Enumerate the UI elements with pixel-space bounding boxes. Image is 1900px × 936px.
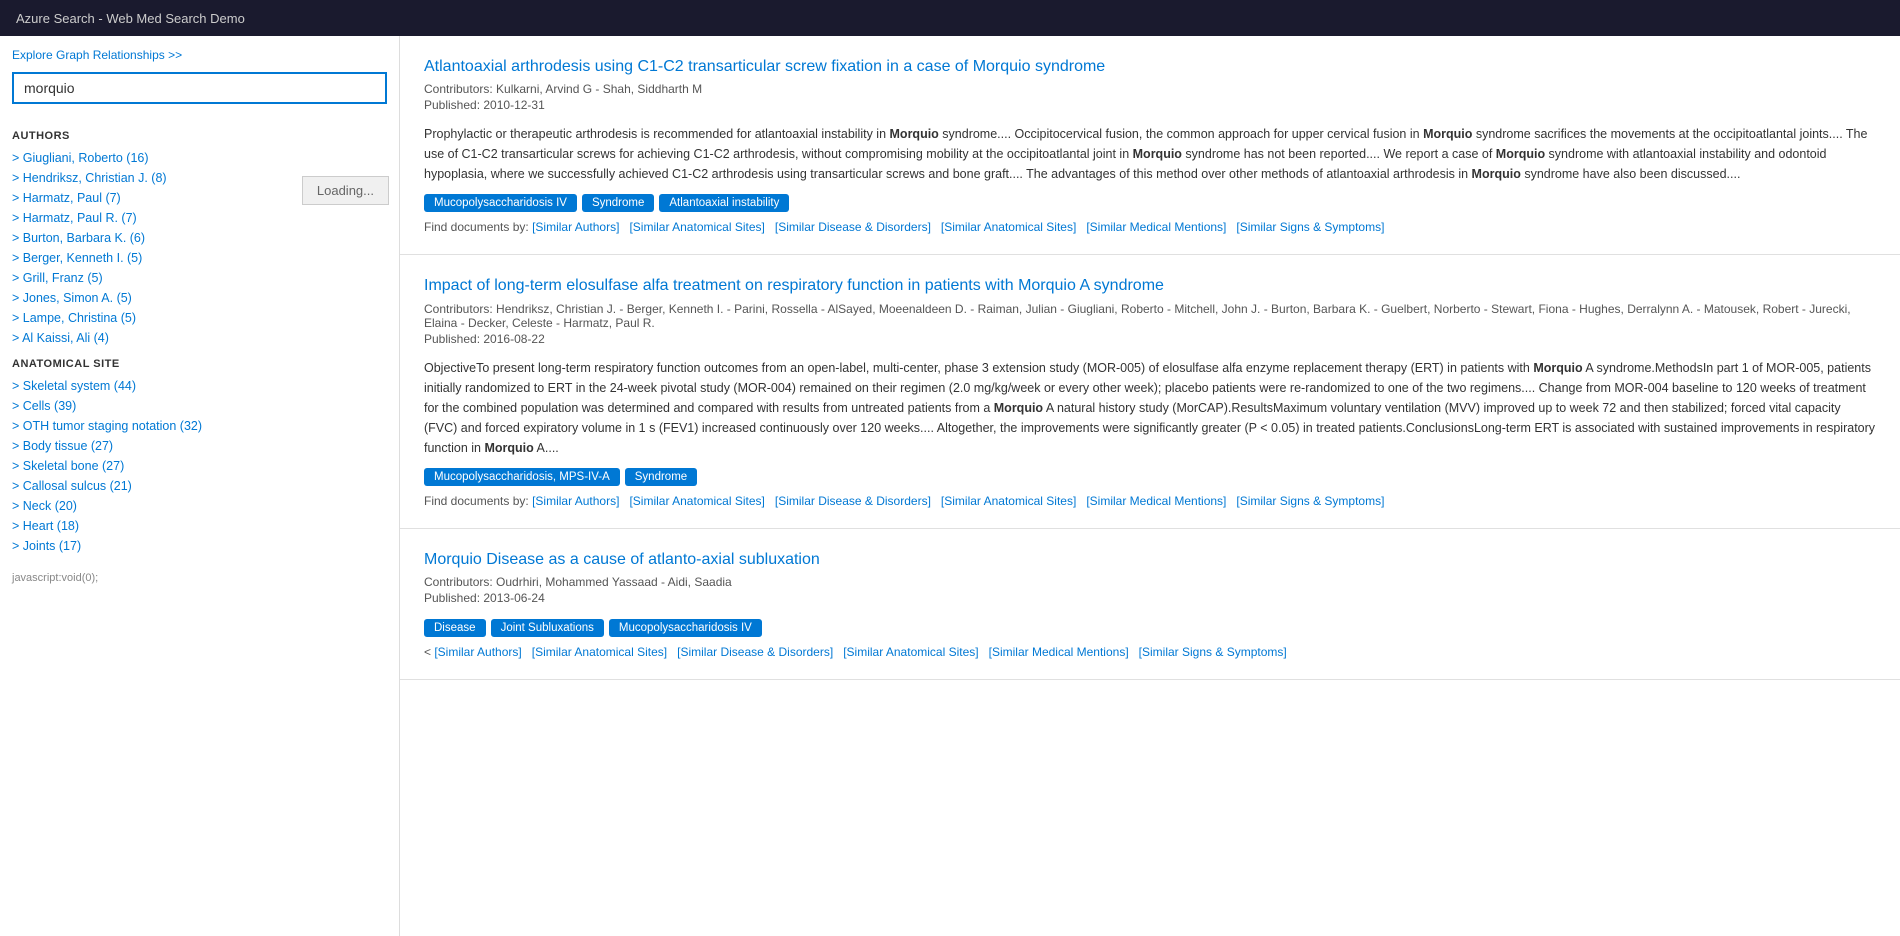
anatomical-section: ANATOMICAL SITE > Skeletal system (44) >… [12,358,387,556]
tag-2-1[interactable]: Joint Subluxations [491,619,604,637]
anatomical-filter-1[interactable]: > Cells (39) [12,396,387,416]
author-filter-0[interactable]: > Giugliani, Roberto (16) [12,148,387,168]
similar-disease-1[interactable]: [Similar Disease & Disorders] [775,494,931,508]
author-filter-5[interactable]: > Berger, Kenneth I. (5) [12,248,387,268]
author-filter-7[interactable]: > Jones, Simon A. (5) [12,288,387,308]
author-filter-9[interactable]: > Al Kaissi, Ali (4) [12,328,387,348]
anatomical-filter-0[interactable]: > Skeletal system (44) [12,376,387,396]
find-docs-1: Find documents by: [Similar Authors] [Si… [424,494,1876,508]
topbar-title: Azure Search - Web Med Search Demo [16,11,245,26]
similar-authors-2[interactable]: [Similar Authors] [434,645,521,659]
result-card-2: Morquio Disease as a cause of atlanto-ax… [400,529,1900,680]
similar-authors-0[interactable]: [Similar Authors] [532,220,619,234]
result-published-1: Published: 2016-08-22 [424,332,1876,346]
author-filter-4[interactable]: > Burton, Barbara K. (6) [12,228,387,248]
find-docs-0: Find documents by: [Similar Authors] [Si… [424,220,1876,234]
anatomical-filter-6[interactable]: > Neck (20) [12,496,387,516]
result-title-2[interactable]: Morquio Disease as a cause of atlanto-ax… [424,549,1876,571]
similar-medical-mentions-2[interactable]: [Similar Medical Mentions] [989,645,1129,659]
similar-medical-mentions-1[interactable]: [Similar Medical Mentions] [1086,494,1226,508]
result-card-1: Impact of long-term elosulfase alfa trea… [400,255,1900,528]
result-card-0: Atlantoaxial arthrodesis using C1-C2 tra… [400,36,1900,255]
result-published-0: Published: 2010-12-31 [424,98,1876,112]
sidebar: Explore Graph Relationships >> Loading..… [0,36,400,936]
tag-0-2[interactable]: Atlantoaxial instability [659,194,789,212]
result-abstract-1: ObjectiveTo present long-term respirator… [424,358,1876,458]
tag-2-0[interactable]: Disease [424,619,486,637]
search-input[interactable] [12,72,387,104]
result-tags-0: Mucopolysaccharidosis IV Syndrome Atlant… [424,194,1876,212]
result-abstract-0: Prophylactic or therapeutic arthrodesis … [424,124,1876,184]
similar-anatomical-sites-0b[interactable]: [Similar Anatomical Sites] [941,220,1076,234]
result-title-0[interactable]: Atlantoaxial arthrodesis using C1-C2 tra… [424,56,1876,78]
tag-1-0[interactable]: Mucopolysaccharidosis, MPS-IV-A [424,468,620,486]
similar-anatomical-sites-0a[interactable]: [Similar Anatomical Sites] [629,220,764,234]
result-tags-1: Mucopolysaccharidosis, MPS-IV-A Syndrome [424,468,1876,486]
similar-anatomical-sites-2a[interactable]: [Similar Anatomical Sites] [532,645,667,659]
similar-signs-2[interactable]: [Similar Signs & Symptoms] [1139,645,1287,659]
result-contributors-2: Contributors: Oudrhiri, Mohammed Yassaad… [424,575,1876,589]
similar-signs-0[interactable]: [Similar Signs & Symptoms] [1236,220,1384,234]
authors-section: AUTHORS > Giugliani, Roberto (16) > Hend… [12,130,387,348]
similar-authors-1[interactable]: [Similar Authors] [532,494,619,508]
topbar: Azure Search - Web Med Search Demo [0,0,1900,36]
result-tags-2: Disease Joint Subluxations Mucopolysacch… [424,619,1876,637]
anatomical-filter-2[interactable]: > OTH tumor staging notation (32) [12,416,387,436]
authors-section-title: AUTHORS [12,130,387,142]
footer-js: javascript:void(0); [12,572,387,584]
result-contributors-0: Contributors: Kulkarni, Arvind G - Shah,… [424,82,1876,96]
find-docs-2: < [Similar Authors] [Similar Anatomical … [424,645,1876,659]
similar-disease-2[interactable]: [Similar Disease & Disorders] [677,645,833,659]
explore-graph-link[interactable]: Explore Graph Relationships >> [12,48,387,62]
results-main: Atlantoaxial arthrodesis using C1-C2 tra… [400,36,1900,936]
anatomical-filter-5[interactable]: > Callosal sulcus (21) [12,476,387,496]
similar-medical-mentions-0[interactable]: [Similar Medical Mentions] [1086,220,1226,234]
author-filter-3[interactable]: > Harmatz, Paul R. (7) [12,208,387,228]
anatomical-section-title: ANATOMICAL SITE [12,358,387,370]
similar-anatomical-sites-1b[interactable]: [Similar Anatomical Sites] [941,494,1076,508]
tag-0-1[interactable]: Syndrome [582,194,654,212]
similar-signs-1[interactable]: [Similar Signs & Symptoms] [1236,494,1384,508]
tag-2-2[interactable]: Mucopolysaccharidosis IV [609,619,762,637]
author-filter-6[interactable]: > Grill, Franz (5) [12,268,387,288]
similar-anatomical-sites-2b[interactable]: [Similar Anatomical Sites] [843,645,978,659]
anatomical-filter-4[interactable]: > Skeletal bone (27) [12,456,387,476]
tag-0-0[interactable]: Mucopolysaccharidosis IV [424,194,577,212]
author-filter-8[interactable]: > Lampe, Christina (5) [12,308,387,328]
similar-anatomical-sites-1a[interactable]: [Similar Anatomical Sites] [629,494,764,508]
tag-1-1[interactable]: Syndrome [625,468,697,486]
result-title-1[interactable]: Impact of long-term elosulfase alfa trea… [424,275,1876,297]
result-contributors-1: Contributors: Hendriksz, Christian J. - … [424,302,1876,330]
similar-disease-0[interactable]: [Similar Disease & Disorders] [775,220,931,234]
result-published-2: Published: 2013-06-24 [424,591,1876,605]
anatomical-filter-3[interactable]: > Body tissue (27) [12,436,387,456]
anatomical-filter-7[interactable]: > Heart (18) [12,516,387,536]
anatomical-filter-8[interactable]: > Joints (17) [12,536,387,556]
loading-indicator: Loading... [302,176,389,205]
